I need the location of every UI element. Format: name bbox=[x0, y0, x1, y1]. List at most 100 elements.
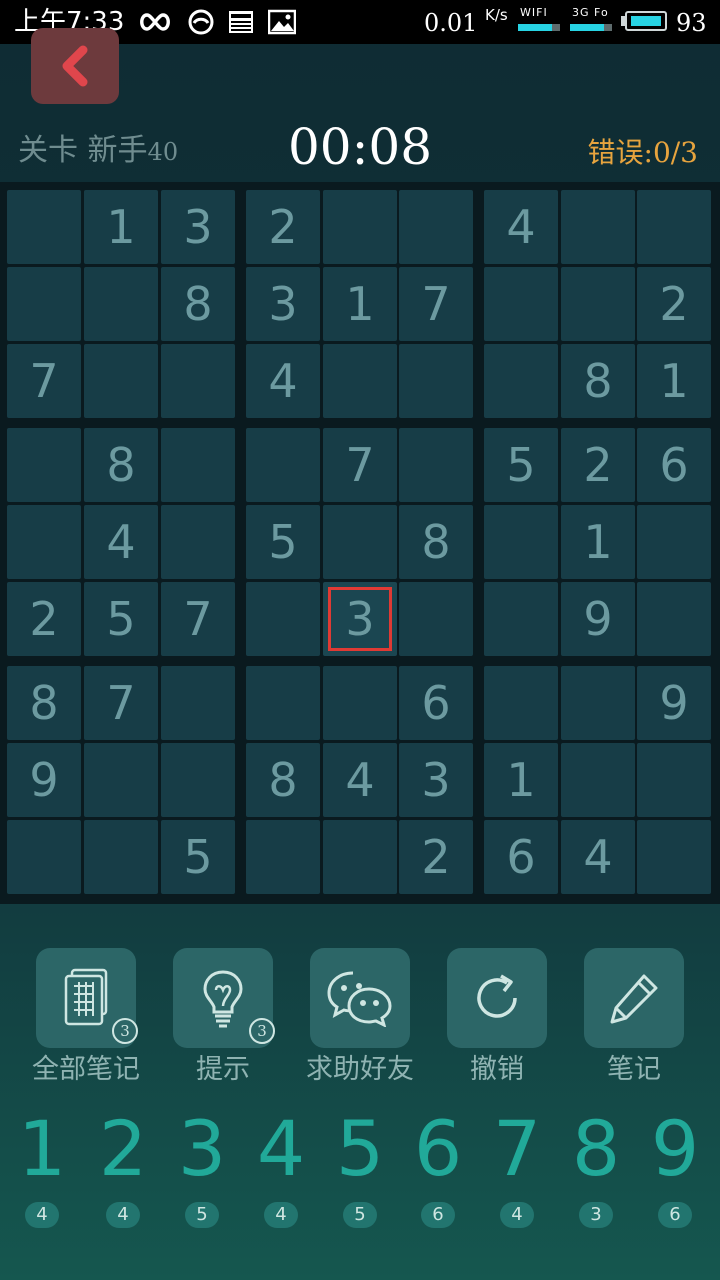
board-cell-r1-c9[interactable] bbox=[637, 190, 711, 264]
board-cell-r9-c3[interactable]: 5 bbox=[161, 820, 235, 894]
board-cell-r7-c4[interactable] bbox=[246, 666, 320, 740]
number-key-1[interactable]: 14 bbox=[3, 1106, 81, 1236]
board-cell-r7-c5[interactable] bbox=[323, 666, 397, 740]
back-button[interactable] bbox=[31, 28, 119, 104]
board-cell-r7-c9[interactable]: 9 bbox=[637, 666, 711, 740]
board-cell-r8-c1[interactable]: 9 bbox=[7, 743, 81, 817]
board-cell-r3-c7[interactable] bbox=[484, 344, 558, 418]
board-cell-r9-c5[interactable] bbox=[323, 820, 397, 894]
board-cell-r5-c3[interactable] bbox=[161, 505, 235, 579]
board-cell-r1-c1[interactable] bbox=[7, 190, 81, 264]
board-cell-r8-c5[interactable]: 4 bbox=[323, 743, 397, 817]
number-key-5[interactable]: 55 bbox=[321, 1106, 399, 1236]
board-cell-r2-c1[interactable] bbox=[7, 267, 81, 341]
board-cell-r4-c5[interactable]: 7 bbox=[323, 428, 397, 502]
board-cell-r1-c2[interactable]: 1 bbox=[84, 190, 158, 264]
board-cell-r2-c9[interactable]: 2 bbox=[637, 267, 711, 341]
board-cell-r2-c4[interactable]: 3 bbox=[246, 267, 320, 341]
all-notes-button[interactable]: 3 全部笔记 bbox=[32, 948, 140, 1088]
board-cell-r5-c8[interactable]: 1 bbox=[561, 505, 635, 579]
number-key-7[interactable]: 74 bbox=[478, 1106, 556, 1236]
number-key-3[interactable]: 35 bbox=[163, 1106, 241, 1236]
board-cell-r9-c6[interactable]: 2 bbox=[399, 820, 473, 894]
board-cell-r2-c2[interactable] bbox=[84, 267, 158, 341]
board-cell-r6-c6[interactable] bbox=[399, 582, 473, 656]
board-cell-r4-c6[interactable] bbox=[399, 428, 473, 502]
number-key-6[interactable]: 66 bbox=[399, 1106, 477, 1236]
board-cell-r4-c4[interactable] bbox=[246, 428, 320, 502]
board-cell-r5-c7[interactable] bbox=[484, 505, 558, 579]
board-cell-r3-c4[interactable]: 4 bbox=[246, 344, 320, 418]
board-cell-r7-c2[interactable]: 7 bbox=[84, 666, 158, 740]
board-cell-r8-c9[interactable] bbox=[637, 743, 711, 817]
board-cell-r8-c8[interactable] bbox=[561, 743, 635, 817]
board-cell-r1-c8[interactable] bbox=[561, 190, 635, 264]
board-cell-r5-c5[interactable] bbox=[323, 505, 397, 579]
board-cell-r7-c3[interactable] bbox=[161, 666, 235, 740]
board-cell-r2-c5[interactable]: 1 bbox=[323, 267, 397, 341]
board-cell-r2-c3[interactable]: 8 bbox=[161, 267, 235, 341]
number-key-2[interactable]: 24 bbox=[84, 1106, 162, 1236]
board-cell-r1-c6[interactable] bbox=[399, 190, 473, 264]
board-cell-r3-c2[interactable] bbox=[84, 344, 158, 418]
board-cell-r9-c7[interactable]: 6 bbox=[484, 820, 558, 894]
board-cell-r6-c3[interactable]: 7 bbox=[161, 582, 235, 656]
board-cell-r9-c4[interactable] bbox=[246, 820, 320, 894]
board-cell-r5-c9[interactable] bbox=[637, 505, 711, 579]
notes-button[interactable]: 笔记 bbox=[584, 948, 684, 1088]
board-cell-r3-c3[interactable] bbox=[161, 344, 235, 418]
board-cell-r8-c7[interactable]: 1 bbox=[484, 743, 558, 817]
board-cell-r2-c6[interactable]: 7 bbox=[399, 267, 473, 341]
board-cell-r9-c8[interactable]: 4 bbox=[561, 820, 635, 894]
lightbulb-icon bbox=[203, 970, 243, 1028]
board-cell-r5-c1[interactable] bbox=[7, 505, 81, 579]
undo-button[interactable]: 撤销 bbox=[447, 948, 547, 1088]
number-key-9[interactable]: 96 bbox=[636, 1106, 714, 1236]
board-cell-r8-c4[interactable]: 8 bbox=[246, 743, 320, 817]
board-cell-r3-c8[interactable]: 8 bbox=[561, 344, 635, 418]
board-cell-r3-c9[interactable]: 1 bbox=[637, 344, 711, 418]
board-cell-r4-c7[interactable]: 5 bbox=[484, 428, 558, 502]
board-cell-r2-c8[interactable] bbox=[561, 267, 635, 341]
board-cell-r6-c9[interactable] bbox=[637, 582, 711, 656]
hint-button[interactable]: 3 提示 bbox=[173, 948, 275, 1088]
number-key-8[interactable]: 83 bbox=[557, 1106, 635, 1236]
board-cell-r1-c3[interactable]: 3 bbox=[161, 190, 235, 264]
board-cell-r9-c2[interactable] bbox=[84, 820, 158, 894]
board-cell-r8-c6[interactable]: 3 bbox=[399, 743, 473, 817]
board-cell-r9-c9[interactable] bbox=[637, 820, 711, 894]
board-cell-r3-c6[interactable] bbox=[399, 344, 473, 418]
board-cell-r6-c8[interactable]: 9 bbox=[561, 582, 635, 656]
board-cell-r8-c3[interactable] bbox=[161, 743, 235, 817]
board-cell-r7-c7[interactable] bbox=[484, 666, 558, 740]
board-cell-r1-c4[interactable]: 2 bbox=[246, 190, 320, 264]
board-cell-r6-c1[interactable]: 2 bbox=[7, 582, 81, 656]
board-cell-r3-c5[interactable] bbox=[323, 344, 397, 418]
board-cell-r1-c7[interactable]: 4 bbox=[484, 190, 558, 264]
board-cell-r4-c1[interactable] bbox=[7, 428, 81, 502]
board-cell-r7-c1[interactable]: 8 bbox=[7, 666, 81, 740]
board-cell-r9-c1[interactable] bbox=[7, 820, 81, 894]
board-cell-r2-c7[interactable] bbox=[484, 267, 558, 341]
ask-friend-button[interactable]: 求助好友 bbox=[306, 948, 414, 1088]
board-cell-r7-c8[interactable] bbox=[561, 666, 635, 740]
board-cell-r3-c1[interactable]: 7 bbox=[7, 344, 81, 418]
number-key-count-badge: 4 bbox=[264, 1202, 298, 1228]
board-cell-r1-c5[interactable] bbox=[323, 190, 397, 264]
mistakes-value: 0/3 bbox=[652, 136, 698, 169]
board-cell-r7-c6[interactable]: 6 bbox=[399, 666, 473, 740]
board-cell-r4-c9[interactable]: 6 bbox=[637, 428, 711, 502]
board-cell-r4-c2[interactable]: 8 bbox=[84, 428, 158, 502]
board-cell-r4-c8[interactable]: 2 bbox=[561, 428, 635, 502]
board-cell-r5-c2[interactable]: 4 bbox=[84, 505, 158, 579]
board-cell-r4-c3[interactable] bbox=[161, 428, 235, 502]
board-cell-r6-c2[interactable]: 5 bbox=[84, 582, 158, 656]
board-cell-r5-c6[interactable]: 8 bbox=[399, 505, 473, 579]
number-key-4[interactable]: 44 bbox=[242, 1106, 320, 1236]
board-cell-r6-c5[interactable]: 3 bbox=[323, 582, 397, 656]
board-cell-r6-c7[interactable] bbox=[484, 582, 558, 656]
number-key-digit: 7 bbox=[492, 1104, 542, 1193]
board-cell-r6-c4[interactable] bbox=[246, 582, 320, 656]
board-cell-r8-c2[interactable] bbox=[84, 743, 158, 817]
board-cell-r5-c4[interactable]: 5 bbox=[246, 505, 320, 579]
